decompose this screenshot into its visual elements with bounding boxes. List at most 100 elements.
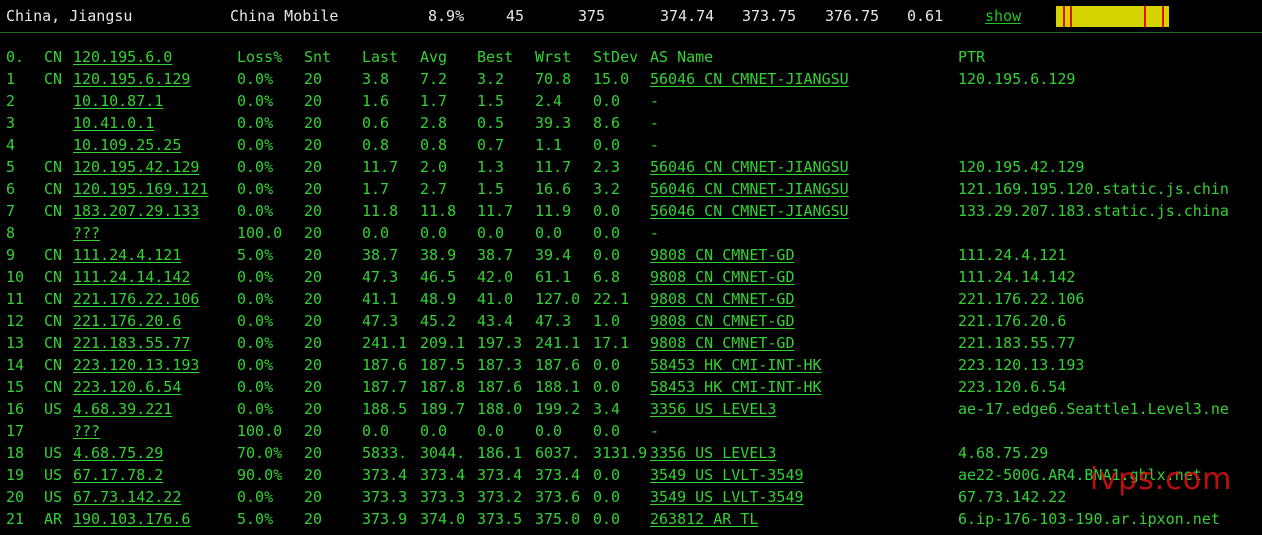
hop-asname[interactable]: 263812 AR TL bbox=[650, 510, 758, 528]
hop-ptr: 223.120.13.193 bbox=[958, 356, 1085, 374]
hop-snt: 20 bbox=[304, 466, 323, 484]
hop-best: 373.2 bbox=[477, 488, 523, 506]
hop-host[interactable]: 120.195.169.121 bbox=[73, 180, 208, 198]
hop-snt: 20 bbox=[304, 70, 323, 88]
hop-host[interactable]: 190.103.176.6 bbox=[73, 510, 190, 528]
hop-host[interactable]: ??? bbox=[73, 422, 100, 440]
hop-asname[interactable]: 3549 US LVLT-3549 bbox=[650, 488, 804, 506]
hop-loss: 0.0% bbox=[237, 488, 274, 506]
hop-host[interactable]: 223.120.6.54 bbox=[73, 378, 181, 396]
hop-wrst: 1.1 bbox=[535, 136, 563, 154]
hop-row: 16 US 4.68.39.221 0.0% 20 188.5 189.7 188.0 199.… bbox=[0, 398, 1262, 420]
hop-stdev: 0.0 bbox=[593, 356, 621, 374]
hop-best: 197.3 bbox=[477, 334, 523, 352]
hop-avg: 46.5 bbox=[420, 268, 457, 286]
hop-asname[interactable]: 9808 CN CMNET-GD bbox=[650, 268, 795, 286]
hop-ptr: 221.183.55.77 bbox=[958, 334, 1076, 352]
hop-avg: 189.7 bbox=[420, 400, 466, 418]
hop-host[interactable]: 4.68.75.29 bbox=[73, 444, 163, 462]
hop-host[interactable]: 120.195.42.129 bbox=[73, 158, 199, 176]
hop-snt: 20 bbox=[304, 422, 323, 440]
hop-snt: 20 bbox=[304, 224, 323, 242]
hop-last: 11.8 bbox=[362, 202, 399, 220]
hop-loss: 100.0 bbox=[237, 224, 283, 242]
hop-avg: 2.7 bbox=[420, 180, 448, 198]
hop-host[interactable]: 67.17.78.2 bbox=[73, 466, 163, 484]
hop-host[interactable]: 10.109.25.25 bbox=[73, 136, 181, 154]
hop-last: 1.6 bbox=[362, 92, 390, 110]
hop-wrst: 47.3 bbox=[535, 312, 572, 330]
hop-asname[interactable]: 3356 US LEVEL3 bbox=[650, 400, 776, 418]
hop-host[interactable]: ??? bbox=[73, 224, 100, 242]
hop-ptr: 121.169.195.120.static.js.chin bbox=[958, 180, 1229, 198]
col-best: Best bbox=[477, 48, 514, 66]
hop-asname[interactable]: 56046 CN CMNET-JIANGSU bbox=[650, 70, 849, 88]
header-divider bbox=[0, 32, 1262, 33]
hop-no: 16 bbox=[6, 400, 25, 418]
hop-stdev: 15.0 bbox=[593, 70, 630, 88]
hop-host[interactable]: 221.183.55.77 bbox=[73, 334, 190, 352]
hop-wrst: 199.2 bbox=[535, 400, 581, 418]
hop-host[interactable]: 111.24.4.121 bbox=[73, 246, 181, 264]
hop-cc: CN bbox=[44, 290, 63, 308]
hop-last: 373.4 bbox=[362, 466, 408, 484]
col-stdev: StDev bbox=[593, 48, 639, 66]
hop-avg: 38.9 bbox=[420, 246, 457, 264]
hop-asname[interactable]: 9808 CN CMNET-GD bbox=[650, 246, 795, 264]
col-wrst: Wrst bbox=[535, 48, 572, 66]
hop-asname[interactable]: 58453 HK CMI-INT-HK bbox=[650, 356, 822, 374]
hop-no: 10 bbox=[6, 268, 25, 286]
hop-cc: US bbox=[44, 466, 63, 484]
hop-host[interactable]: 221.176.22.106 bbox=[73, 290, 199, 308]
hop-no: 20 bbox=[6, 488, 25, 506]
col-asname: AS Name bbox=[650, 48, 714, 66]
show-link[interactable]: show bbox=[985, 7, 1021, 25]
hop-last: 3.8 bbox=[362, 70, 390, 88]
col-host[interactable]: 120.195.6.0 bbox=[73, 48, 172, 66]
hop-host[interactable]: 111.24.14.142 bbox=[73, 268, 190, 286]
hop-asname[interactable]: 3356 US LEVEL3 bbox=[650, 444, 776, 462]
hop-asname[interactable]: 9808 CN CMNET-GD bbox=[650, 334, 795, 352]
hop-best: 3.2 bbox=[477, 70, 505, 88]
hop-asname[interactable]: 9808 CN CMNET-GD bbox=[650, 290, 795, 308]
hop-host[interactable]: 4.68.39.221 bbox=[73, 400, 172, 418]
hop-wrst: 0.0 bbox=[535, 224, 563, 242]
hop-no: 15 bbox=[6, 378, 25, 396]
hop-loss: 0.0% bbox=[237, 268, 274, 286]
hop-snt: 20 bbox=[304, 158, 323, 176]
hop-last: 47.3 bbox=[362, 312, 399, 330]
hop-loss: 5.0% bbox=[237, 510, 274, 528]
latency-tick bbox=[1063, 6, 1065, 27]
hop-no: 11 bbox=[6, 290, 25, 308]
hop-asname[interactable]: 58453 HK CMI-INT-HK bbox=[650, 378, 822, 396]
hop-host[interactable]: 67.73.142.22 bbox=[73, 488, 181, 506]
hop-no: 9 bbox=[6, 246, 16, 264]
hop-ptr: 6.ip-176-103-190.ar.ipxon.net bbox=[958, 510, 1220, 528]
hop-avg: 7.2 bbox=[420, 70, 448, 88]
hop-asname[interactable]: 56046 CN CMNET-JIANGSU bbox=[650, 158, 849, 176]
hop-asname: - bbox=[650, 92, 660, 110]
hop-best: 41.0 bbox=[477, 290, 514, 308]
hop-stdev: 0.0 bbox=[593, 510, 621, 528]
hop-no: 2 bbox=[6, 92, 16, 110]
hop-host[interactable]: 10.41.0.1 bbox=[73, 114, 154, 132]
hop-no: 14 bbox=[6, 356, 25, 374]
hop-stdev: 0.0 bbox=[593, 202, 621, 220]
hop-asname[interactable]: 3549 US LVLT-3549 bbox=[650, 466, 804, 484]
hop-wrst: 187.6 bbox=[535, 356, 581, 374]
hop-avg: 11.8 bbox=[420, 202, 457, 220]
hop-row: 14 CN 223.120.13.193 0.0% 20 187.6 187.5 187.3 1… bbox=[0, 354, 1262, 376]
hop-host[interactable]: 120.195.6.129 bbox=[73, 70, 190, 88]
hop-asname[interactable]: 56046 CN CMNET-JIANGSU bbox=[650, 202, 849, 220]
hop-asname[interactable]: 56046 CN CMNET-JIANGSU bbox=[650, 180, 849, 198]
hop-asname[interactable]: 9808 CN CMNET-GD bbox=[650, 312, 795, 330]
latency-bar bbox=[1056, 6, 1169, 27]
hop-host[interactable]: 223.120.13.193 bbox=[73, 356, 199, 374]
hop-host[interactable]: 183.207.29.133 bbox=[73, 202, 199, 220]
hop-host[interactable]: 221.176.20.6 bbox=[73, 312, 181, 330]
hop-row: 1 CN 120.195.6.129 0.0% 20 3.8 7.2 3.2 70.8 15.0 5… bbox=[0, 68, 1262, 90]
hop-best: 186.1 bbox=[477, 444, 523, 462]
col-snt: Snt bbox=[304, 48, 332, 66]
hop-host[interactable]: 10.10.87.1 bbox=[73, 92, 163, 110]
watermark: ivps.com bbox=[1090, 462, 1233, 497]
